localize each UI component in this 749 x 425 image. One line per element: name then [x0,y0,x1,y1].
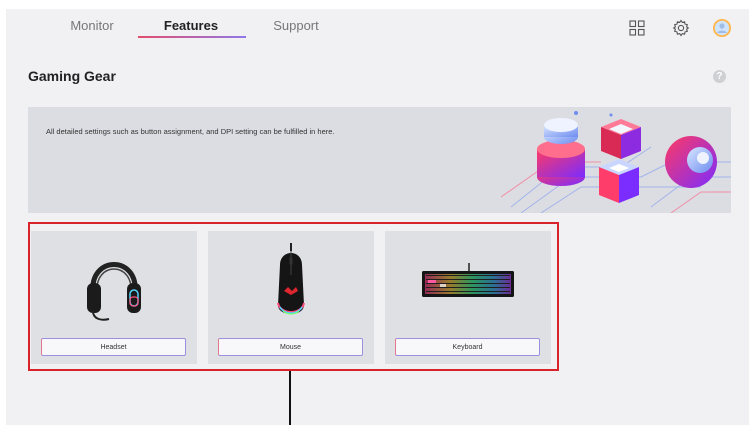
tab-monitor[interactable]: Monitor [64,18,120,33]
tab-features[interactable]: Features [161,18,221,33]
device-card-keyboard[interactable]: Keyboard [385,231,551,364]
page-title: Gaming Gear [28,68,116,84]
headset-icon [87,262,141,321]
top-navigation: Monitor Features Support [6,9,749,45]
gear-icon[interactable] [671,18,691,38]
keyboard-button[interactable]: Keyboard [395,338,540,356]
mouse-button[interactable]: Mouse [218,338,363,356]
gaming-gear-window: Monitor Features Support Gaming Gear ? A… [6,9,749,425]
active-tab-indicator [138,36,246,38]
profile-icon[interactable] [712,18,732,38]
keyboard-icon [422,263,514,297]
grid-icon[interactable] [627,18,647,38]
banner-illustration [501,111,731,213]
help-icon[interactable]: ? [713,70,726,83]
tab-support[interactable]: Support [268,18,324,33]
callout-pointer [289,371,291,425]
device-card-headset[interactable]: Headset [31,231,197,364]
mouse-icon [277,243,305,315]
banner-description: All detailed settings such as button ass… [46,127,335,136]
device-card-mouse[interactable]: Mouse [208,231,374,364]
headset-button[interactable]: Headset [41,338,186,356]
info-banner: All detailed settings such as button ass… [28,107,731,213]
